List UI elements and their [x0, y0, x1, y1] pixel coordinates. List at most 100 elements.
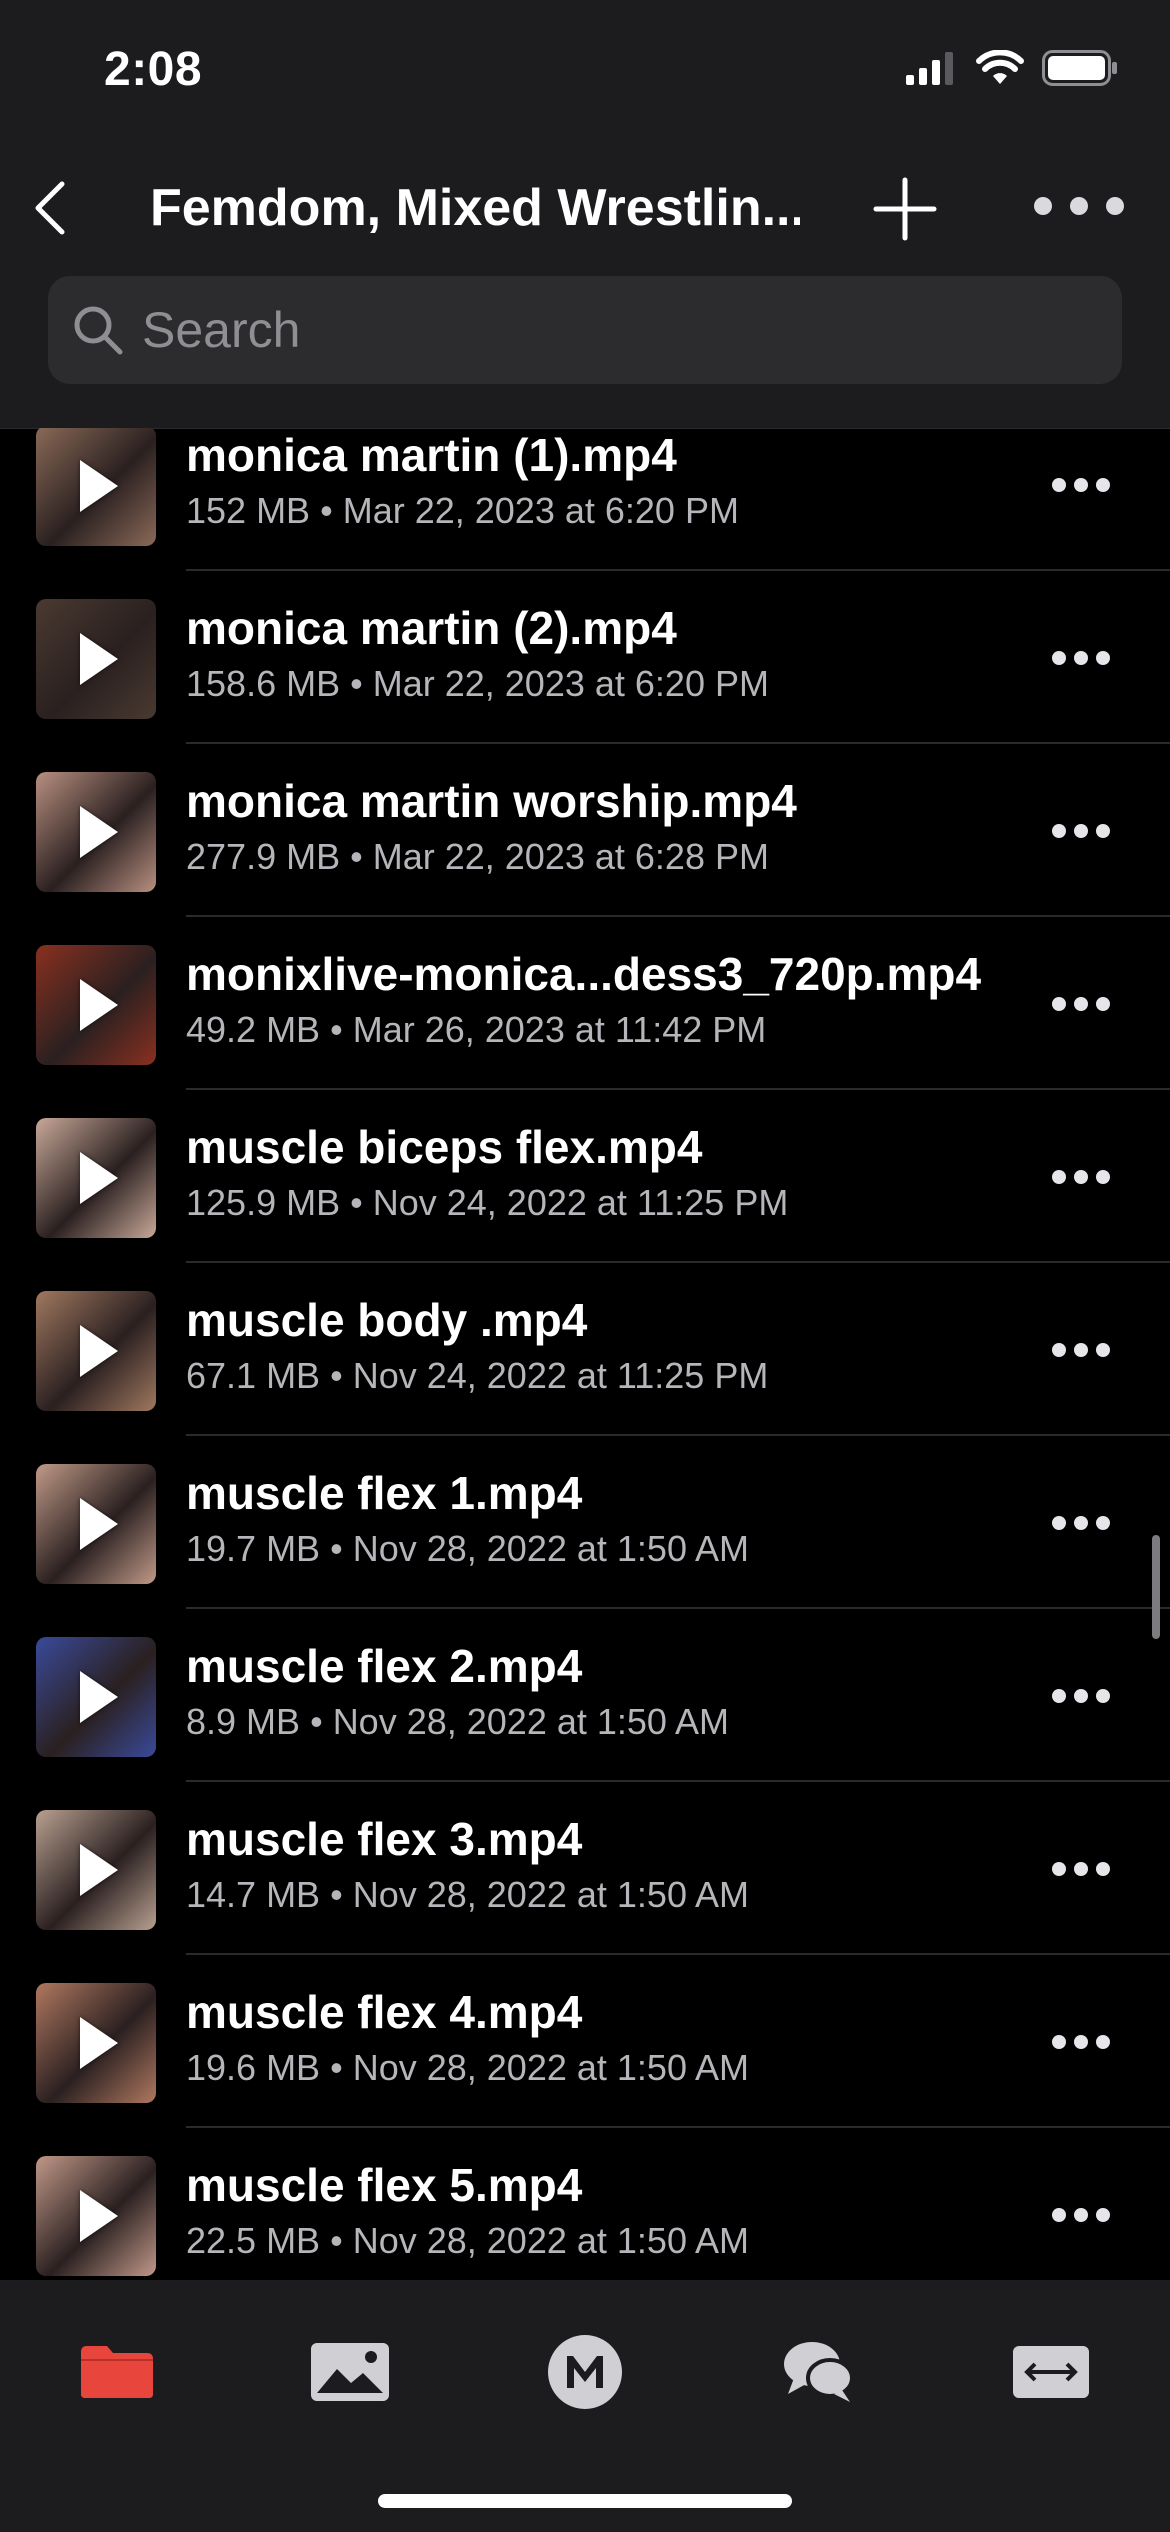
- dot-icon: [1096, 478, 1110, 492]
- video-thumbnail[interactable]: [36, 1291, 156, 1411]
- tab-mega[interactable]: [540, 2332, 630, 2412]
- file-name: muscle flex 4.mp4: [186, 1986, 583, 2038]
- search-input[interactable]: [140, 300, 1044, 360]
- file-size: 277.9 MB: [186, 836, 341, 877]
- dot-icon: [1074, 1689, 1088, 1703]
- dot-icon: [1074, 2035, 1088, 2049]
- dot-icon: [1074, 997, 1088, 1011]
- add-button[interactable]: [872, 176, 938, 242]
- search-bar[interactable]: [48, 276, 1122, 384]
- file-row[interactable]: muscle flex 2.mp4 8.9 MB • Nov 28, 2022 a…: [0, 1609, 1170, 1782]
- dot-icon: [1052, 651, 1066, 665]
- dot-icon: [1070, 197, 1088, 215]
- file-row[interactable]: muscle flex 3.mp4 14.7 MB • Nov 28, 2022 …: [0, 1782, 1170, 1955]
- file-meta: 22.5 MB • Nov 28, 2022 at 1:50 AM: [186, 2220, 749, 2262]
- file-size: 125.9 MB: [186, 1182, 341, 1223]
- file-row[interactable]: muscle biceps flex.mp4 125.9 MB • Nov 24,…: [0, 1090, 1170, 1263]
- file-row[interactable]: monica martin (2).mp4 158.6 MB • Mar 22, …: [0, 571, 1170, 744]
- dot-icon: [1074, 1343, 1088, 1357]
- back-button[interactable]: [20, 172, 80, 244]
- video-thumbnail[interactable]: [36, 1810, 156, 1930]
- file-date: Nov 24, 2022 at 11:25 PM: [372, 1182, 789, 1223]
- file-date: Mar 26, 2023 at 11:42 PM: [352, 1009, 767, 1050]
- wifi-icon: [976, 50, 1024, 84]
- play-icon: [80, 2190, 118, 2242]
- file-size: 22.5 MB: [186, 2220, 321, 2261]
- file-size: 14.7 MB: [186, 1874, 321, 1915]
- home-indicator: [378, 2494, 792, 2508]
- dot-icon: [1096, 1862, 1110, 1876]
- file-date: Nov 28, 2022 at 1:50 AM: [332, 1701, 729, 1742]
- dot-icon: [1096, 651, 1110, 665]
- video-thumbnail[interactable]: [36, 1464, 156, 1584]
- file-row[interactable]: muscle body .mp4 67.1 MB • Nov 24, 2022 a…: [0, 1263, 1170, 1436]
- play-icon: [80, 1844, 118, 1896]
- m-logo-icon: [548, 2335, 622, 2409]
- video-thumbnail[interactable]: [36, 2156, 156, 2276]
- dot-icon: [1074, 2208, 1088, 2222]
- meta-separator: •: [350, 836, 363, 877]
- meta-separator: •: [350, 663, 363, 704]
- file-more-button[interactable]: [1052, 1862, 1110, 1878]
- file-size: 158.6 MB: [186, 663, 341, 704]
- file-date: Nov 24, 2022 at 11:25 PM: [352, 1355, 769, 1396]
- video-thumbnail[interactable]: [36, 1983, 156, 2103]
- meta-separator: •: [330, 1528, 343, 1569]
- file-more-button[interactable]: [1052, 478, 1110, 494]
- file-name: muscle flex 1.mp4: [186, 1467, 583, 1519]
- dot-icon: [1052, 1343, 1066, 1357]
- file-row[interactable]: monixlive-monica...dess3_720p.mp4 49.2 MB…: [0, 917, 1170, 1090]
- file-more-button[interactable]: [1052, 1170, 1110, 1186]
- folder-icon: [81, 2346, 153, 2398]
- play-icon: [80, 806, 118, 858]
- file-name: muscle flex 3.mp4: [186, 1813, 583, 1865]
- dot-icon: [1052, 1516, 1066, 1530]
- file-more-button[interactable]: [1052, 1516, 1110, 1532]
- file-more-button[interactable]: [1052, 651, 1110, 667]
- dot-icon: [1052, 2035, 1066, 2049]
- meta-separator: •: [330, 2220, 343, 2261]
- file-date: Mar 22, 2023 at 6:20 PM: [372, 663, 769, 704]
- status-time: 2:08: [104, 43, 203, 96]
- file-row[interactable]: monica martin (1).mp4 152 MB • Mar 22, 20…: [0, 428, 1170, 571]
- file-name: monica martin worship.mp4: [186, 775, 797, 827]
- tab-photos[interactable]: [305, 2332, 395, 2412]
- dot-icon: [1052, 824, 1066, 838]
- video-thumbnail[interactable]: [36, 1118, 156, 1238]
- video-thumbnail[interactable]: [36, 428, 156, 546]
- tab-transfers[interactable]: [1006, 2332, 1096, 2412]
- dot-icon: [1096, 824, 1110, 838]
- file-size: 152 MB: [186, 490, 311, 531]
- status-icons: [906, 50, 1118, 86]
- file-row[interactable]: muscle flex 1.mp4 19.7 MB • Nov 28, 2022 …: [0, 1436, 1170, 1609]
- file-date: Nov 28, 2022 at 1:50 AM: [352, 1874, 749, 1915]
- video-thumbnail[interactable]: [36, 1637, 156, 1757]
- file-more-button[interactable]: [1052, 997, 1110, 1013]
- meta-separator: •: [330, 1355, 343, 1396]
- more-options-button[interactable]: [1034, 186, 1124, 226]
- dot-icon: [1052, 478, 1066, 492]
- file-size: 19.6 MB: [186, 2047, 321, 2088]
- file-row[interactable]: muscle flex 4.mp4 19.6 MB • Nov 28, 2022 …: [0, 1955, 1170, 2128]
- file-more-button[interactable]: [1052, 1689, 1110, 1705]
- video-thumbnail[interactable]: [36, 945, 156, 1065]
- chevron-left-icon: [35, 181, 65, 235]
- dot-icon: [1096, 2035, 1110, 2049]
- file-more-button[interactable]: [1052, 1343, 1110, 1359]
- file-name: muscle flex 5.mp4: [186, 2159, 583, 2211]
- tab-files[interactable]: [72, 2332, 162, 2412]
- file-row[interactable]: monica martin worship.mp4 277.9 MB • Mar …: [0, 744, 1170, 917]
- file-more-button[interactable]: [1052, 824, 1110, 840]
- dot-icon: [1052, 2208, 1066, 2222]
- dot-icon: [1096, 2208, 1110, 2222]
- tab-chat[interactable]: [773, 2332, 863, 2412]
- file-row[interactable]: muscle flex 5.mp4 22.5 MB • Nov 28, 2022 …: [0, 2128, 1170, 2280]
- scroll-indicator[interactable]: [1152, 1535, 1160, 1639]
- meta-separator: •: [330, 1874, 343, 1915]
- file-more-button[interactable]: [1052, 2208, 1110, 2224]
- file-more-button[interactable]: [1052, 2035, 1110, 2051]
- video-thumbnail[interactable]: [36, 772, 156, 892]
- video-thumbnail[interactable]: [36, 599, 156, 719]
- play-icon: [80, 1152, 118, 1204]
- file-meta: 277.9 MB • Mar 22, 2023 at 6:28 PM: [186, 836, 769, 878]
